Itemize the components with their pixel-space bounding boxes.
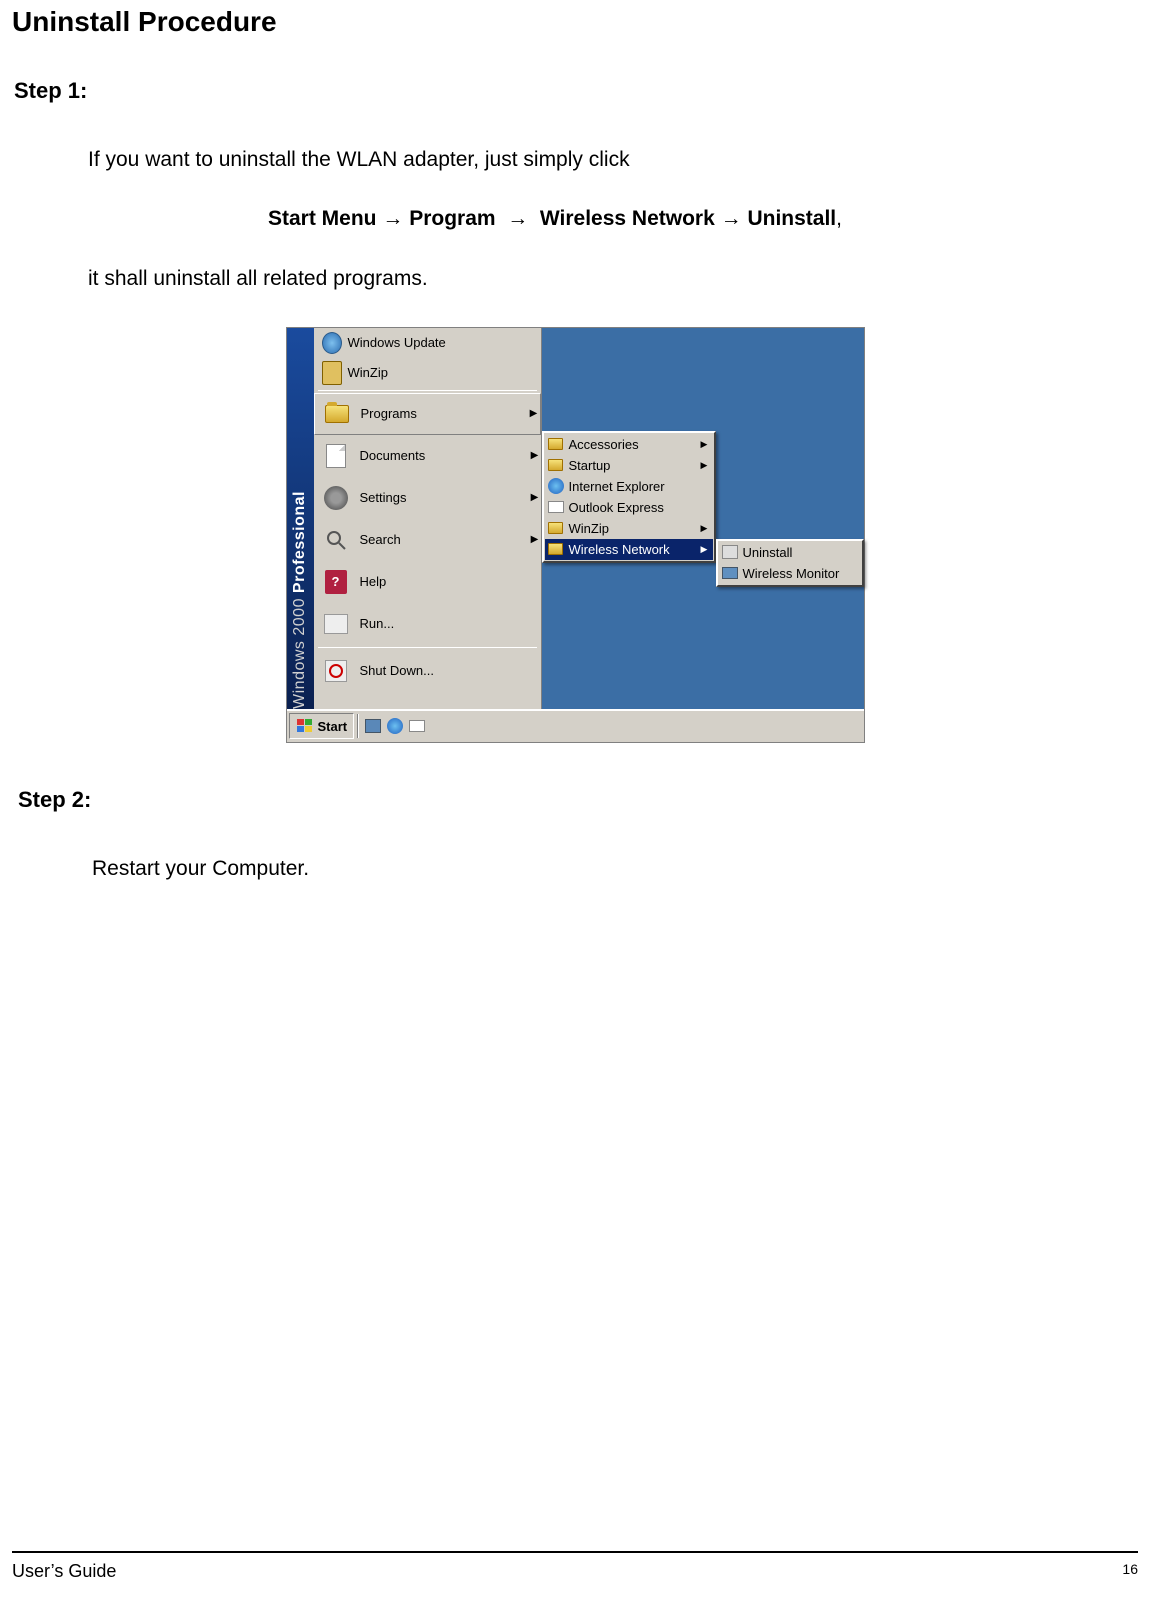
menu-label: Documents xyxy=(360,448,529,463)
document-icon xyxy=(322,442,350,470)
menu-item-settings[interactable]: Settings ▶ xyxy=(314,477,541,519)
submenu-item-internet-explorer[interactable]: Internet Explorer xyxy=(545,476,713,497)
folder-icon xyxy=(547,520,565,536)
menu-separator xyxy=(318,647,537,648)
footer-left: User’s Guide xyxy=(12,1561,116,1582)
nav-part-start: Start Menu xyxy=(268,207,377,230)
menu-label: Run... xyxy=(360,616,541,631)
submenu-arrow-icon: ▶ xyxy=(528,408,540,419)
submenu-label: Wireless Network xyxy=(569,542,701,557)
menu-label: Windows Update xyxy=(348,335,541,350)
programs-submenu: Accessories ▶ Startup ▶ Internet Explore… xyxy=(542,431,716,563)
submenu-arrow-icon: ▶ xyxy=(529,450,541,461)
ie-icon xyxy=(547,478,565,494)
arrow-icon: → xyxy=(507,207,528,230)
submenu-item-wireless-network[interactable]: Wireless Network ▶ xyxy=(545,539,713,560)
menu-item-winzip[interactable]: WinZip xyxy=(314,358,541,388)
submenu-label: Wireless Monitor xyxy=(743,566,859,581)
arrow-icon: → xyxy=(721,207,742,230)
uninstall-icon xyxy=(721,544,739,560)
help-icon: ? xyxy=(322,568,350,596)
submenu-label: Accessories xyxy=(569,437,701,452)
ie-quicklaunch-icon[interactable] xyxy=(386,717,404,735)
menu-separator xyxy=(318,390,537,391)
nav-part-program: Program xyxy=(409,207,495,230)
submenu-arrow-icon: ▶ xyxy=(701,523,711,534)
submenu-arrow-icon: ▶ xyxy=(701,439,711,450)
outlook-quicklaunch-icon[interactable] xyxy=(408,717,426,735)
submenu-item-winzip[interactable]: WinZip ▶ xyxy=(545,518,713,539)
folder-icon xyxy=(547,541,565,557)
submenu-item-uninstall[interactable]: Uninstall xyxy=(719,542,861,563)
menu-label: Shut Down... xyxy=(360,663,541,678)
page-title: Uninstall Procedure xyxy=(12,6,1138,38)
step1-nav-path: Start Menu → Program → Wireless Network … xyxy=(0,207,1138,231)
submenu-label: Outlook Express xyxy=(569,500,711,515)
gear-icon xyxy=(322,484,350,512)
menu-item-documents[interactable]: Documents ▶ xyxy=(314,435,541,477)
taskbar: Start xyxy=(287,709,864,742)
banner-edition: Professional xyxy=(291,491,308,593)
step2-heading: Step 2: xyxy=(18,787,1138,813)
menu-item-search[interactable]: Search ▶ xyxy=(314,519,541,561)
windows-flag-icon xyxy=(296,718,314,734)
start-label: Start xyxy=(318,719,348,734)
submenu-item-outlook-express[interactable]: Outlook Express xyxy=(545,497,713,518)
submenu-item-accessories[interactable]: Accessories ▶ xyxy=(545,434,713,455)
page-number: 16 xyxy=(1122,1561,1138,1582)
banner-os-name: Windows 2000 xyxy=(291,598,308,709)
step1-line3: it shall uninstall all related programs. xyxy=(88,265,1138,292)
menu-item-shutdown[interactable]: Shut Down... xyxy=(314,650,541,692)
page-footer: User’s Guide 16 xyxy=(12,1551,1138,1582)
shutdown-icon xyxy=(322,657,350,685)
step1-line1: If you want to uninstall the WLAN adapte… xyxy=(88,146,1138,173)
outlook-icon xyxy=(547,499,565,515)
submenu-arrow-icon: ▶ xyxy=(701,460,711,471)
menu-label: Settings xyxy=(360,490,529,505)
submenu-label: Internet Explorer xyxy=(569,479,711,494)
submenu-label: Startup xyxy=(569,458,701,473)
start-menu-column: Windows Update WinZip Programs ▶ Documen… xyxy=(314,328,542,709)
submenu-label: WinZip xyxy=(569,521,701,536)
screenshot-start-menu: Windows 2000 Professional Windows Update… xyxy=(286,327,865,743)
taskbar-separator xyxy=(357,714,359,738)
wireless-network-submenu: Uninstall Wireless Monitor xyxy=(716,539,864,587)
search-icon xyxy=(322,526,350,554)
submenu-item-startup[interactable]: Startup ▶ xyxy=(545,455,713,476)
arrow-icon: → xyxy=(382,207,403,230)
menu-item-windows-update[interactable]: Windows Update xyxy=(314,328,541,358)
nav-part-wireless: Wireless Network xyxy=(540,207,715,230)
globe-icon xyxy=(322,333,342,353)
menu-label: Search xyxy=(360,532,529,547)
submenu-item-wireless-monitor[interactable]: Wireless Monitor xyxy=(719,563,861,584)
menu-label: Programs xyxy=(361,406,528,421)
windows-banner: Windows 2000 Professional xyxy=(287,328,314,709)
submenu-arrow-icon: ▶ xyxy=(529,492,541,503)
menu-item-help[interactable]: ? Help xyxy=(314,561,541,603)
folder-icon xyxy=(547,436,565,452)
monitor-icon xyxy=(721,565,739,581)
winzip-icon xyxy=(322,363,342,383)
submenu-label: Uninstall xyxy=(743,545,859,560)
run-icon xyxy=(322,610,350,638)
show-desktop-icon[interactable] xyxy=(364,717,382,735)
submenu-arrow-icon: ▶ xyxy=(529,534,541,545)
menu-item-programs[interactable]: Programs ▶ xyxy=(314,393,541,435)
menu-label: Help xyxy=(360,574,541,589)
nav-part-uninstall: Uninstall xyxy=(747,207,836,230)
submenu-arrow-icon: ▶ xyxy=(701,544,711,555)
folder-icon xyxy=(323,400,351,428)
step2-line1: Restart your Computer. xyxy=(92,855,1138,882)
start-button[interactable]: Start xyxy=(289,713,355,739)
menu-item-run[interactable]: Run... xyxy=(314,603,541,645)
menu-label: WinZip xyxy=(348,365,541,380)
folder-icon xyxy=(547,457,565,473)
step1-heading: Step 1: xyxy=(14,78,1138,104)
